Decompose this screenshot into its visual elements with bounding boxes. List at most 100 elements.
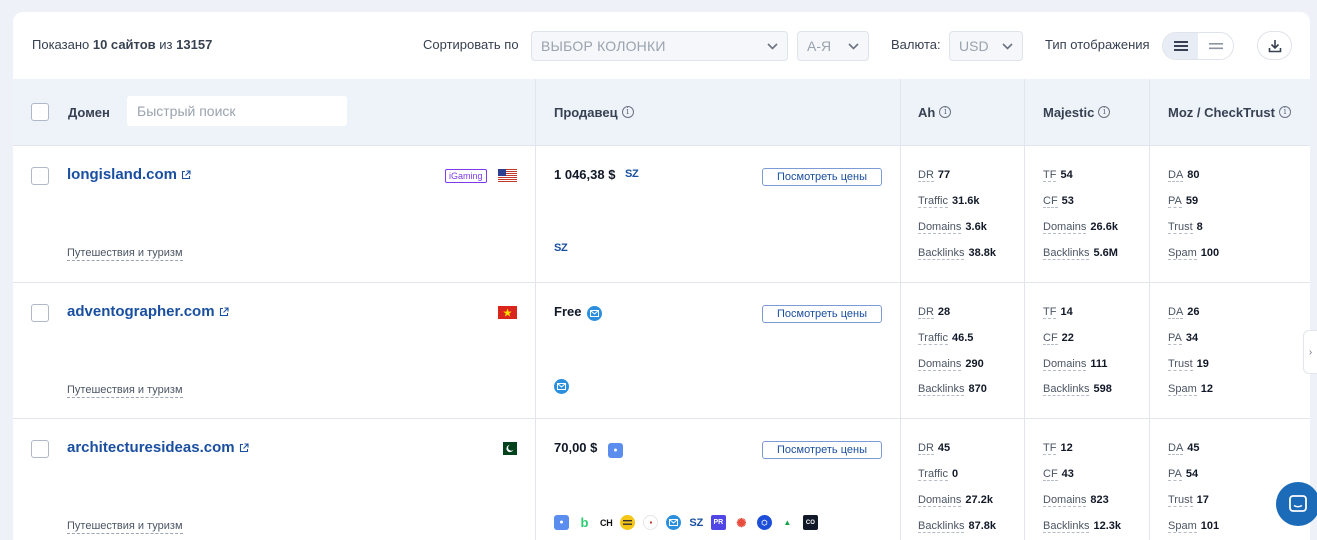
moz-da: DA 26: [1168, 306, 1200, 319]
chevron-down-icon: [1001, 38, 1014, 54]
seller-doc-icon[interactable]: ▪: [643, 515, 659, 530]
seller-c-icon[interactable]: ●: [608, 443, 623, 458]
seller-sz-icon[interactable]: SZ: [625, 168, 639, 180]
domain-link[interactable]: adventographer.com: [67, 303, 229, 320]
seller-burst-icon[interactable]: ✺: [733, 515, 749, 530]
seller-pr-icon[interactable]: PR: [710, 515, 726, 530]
column-ah-label: Ah: [918, 104, 936, 120]
seller-co-icon[interactable]: CO: [802, 515, 818, 530]
category-tag[interactable]: Путешествия и туризм: [67, 520, 183, 534]
currency-label: Валюта:: [891, 37, 941, 52]
seller-mail-icon[interactable]: [587, 306, 602, 321]
ah-backlinks: Backlinks 87.8k: [918, 520, 996, 533]
seller-hex-icon[interactable]: ⬡: [756, 515, 772, 530]
domain-link[interactable]: longisland.com: [67, 166, 191, 183]
table-row: architecturesideas.com Путешествия и тур…: [13, 418, 1310, 540]
sort-order-select[interactable]: А-Я: [797, 31, 869, 61]
shown-count: 10 сайтов: [92, 37, 156, 52]
price: 1 046,38 $: [554, 167, 616, 182]
flag-pk-icon: [498, 442, 517, 455]
seller-icons: [554, 379, 569, 394]
info-icon[interactable]: i: [1098, 106, 1111, 118]
moz-pa: PA 34: [1168, 332, 1199, 345]
seller-icons: SZ: [554, 242, 568, 254]
moz-trust: Trust 8: [1168, 221, 1203, 234]
ah-domains: Domains 290: [918, 358, 984, 371]
majestic-domains: Domains 823: [1043, 494, 1109, 507]
chat-button[interactable]: [1276, 482, 1317, 526]
moz-spam: Spam 101: [1168, 520, 1220, 533]
domain-link[interactable]: architecturesideas.com: [67, 439, 249, 456]
majestic-domains: Domains 111: [1043, 358, 1108, 371]
majestic-tf: TF 12: [1043, 442, 1073, 455]
column-majestic[interactable]: Majestic i: [1043, 79, 1111, 145]
ah-backlinks: Backlinks 38.8k: [918, 247, 996, 260]
currency-select[interactable]: USD: [949, 31, 1023, 61]
external-link-icon: [239, 443, 249, 453]
sort-column-value: ВЫБОР КОЛОНКИ: [541, 38, 666, 54]
ah-traffic: Traffic 31.6k: [918, 195, 980, 208]
shown-prefix: Показано: [32, 37, 90, 52]
seller-mail-icon[interactable]: [554, 379, 569, 394]
see-prices-button[interactable]: Посмотреть цены: [762, 305, 882, 323]
results-panel: Показано 10 сайтов из 13157 Сортировать …: [13, 12, 1310, 540]
see-prices-button[interactable]: Посмотреть цены: [762, 441, 882, 459]
column-domain[interactable]: Домен: [68, 79, 110, 145]
domain-name: adventographer.com: [67, 303, 215, 320]
ah-traffic: Traffic 0: [918, 468, 959, 481]
seller-ch-icon[interactable]: CH: [600, 518, 613, 528]
sort-label: Сортировать по: [423, 37, 519, 52]
price: 70,00 $: [554, 440, 598, 455]
chat-icon: [1289, 495, 1307, 512]
ah-domains: Domains 3.6k: [918, 221, 987, 234]
list-icon: [1173, 41, 1188, 51]
column-moz-label: Moz / CheckTrust: [1168, 104, 1275, 120]
shown-total: 13157: [176, 37, 213, 52]
seller-mail-icon[interactable]: [666, 515, 682, 530]
seller-stripes-icon[interactable]: [620, 515, 636, 530]
majestic-cf: CF 43: [1043, 468, 1074, 481]
moz-da: DA 80: [1168, 169, 1200, 182]
ah-domains: Domains 27.2k: [918, 494, 993, 507]
majestic-backlinks: Backlinks 12.3k: [1043, 520, 1121, 533]
column-moz[interactable]: Moz / CheckTrust i: [1168, 79, 1291, 145]
column-majestic-label: Majestic: [1043, 104, 1095, 120]
majestic-backlinks: Backlinks 598: [1043, 383, 1112, 396]
moz-trust: Trust 17: [1168, 494, 1209, 507]
quick-search-input[interactable]: [127, 96, 347, 126]
view-compact-button[interactable]: [1198, 33, 1233, 59]
row-checkbox[interactable]: [31, 304, 49, 322]
info-icon[interactable]: i: [1278, 106, 1291, 118]
table-row: adventographer.com Путешествия и туризм …: [13, 282, 1310, 419]
domain-name: longisland.com: [67, 166, 178, 183]
seller-b-icon[interactable]: b: [577, 515, 592, 530]
view-list-button[interactable]: [1163, 33, 1198, 59]
chevron-right-icon[interactable]: ›: [1303, 330, 1317, 374]
info-icon[interactable]: i: [939, 106, 952, 118]
seller-gp-icon[interactable]: ▲: [779, 515, 795, 530]
select-all-checkbox[interactable]: [31, 103, 49, 121]
seller-c-icon[interactable]: ●: [554, 515, 569, 530]
currency-value: USD: [959, 38, 989, 54]
seller-icons: ● b CH ▪ SZ PR ✺ ⬡ ▲ CO: [554, 515, 818, 530]
seller-sz-icon[interactable]: SZ: [554, 242, 568, 254]
ah-backlinks: Backlinks 870: [918, 383, 987, 396]
ah-dr: DR 28: [918, 306, 951, 319]
sort-column-select[interactable]: ВЫБОР КОЛОНКИ: [531, 31, 788, 61]
column-seller[interactable]: Продавец i: [554, 79, 634, 145]
price: Free: [554, 304, 582, 319]
see-prices-button[interactable]: Посмотреть цены: [762, 168, 882, 186]
moz-spam: Spam 12: [1168, 383, 1213, 396]
info-icon[interactable]: i: [621, 106, 634, 118]
category-tag[interactable]: Путешествия и туризм: [67, 247, 183, 261]
flag-vn-icon: [498, 306, 517, 319]
column-ah[interactable]: Ah i: [918, 79, 952, 145]
row-checkbox[interactable]: [31, 167, 49, 185]
row-checkbox[interactable]: [31, 440, 49, 458]
external-link-icon: [219, 307, 229, 317]
category-tag[interactable]: Путешествия и туризм: [67, 384, 183, 398]
seller-sz-icon[interactable]: SZ: [689, 517, 703, 529]
domain-name: architecturesideas.com: [67, 439, 235, 456]
download-button[interactable]: [1257, 31, 1292, 60]
select-all-cell: [31, 79, 49, 145]
